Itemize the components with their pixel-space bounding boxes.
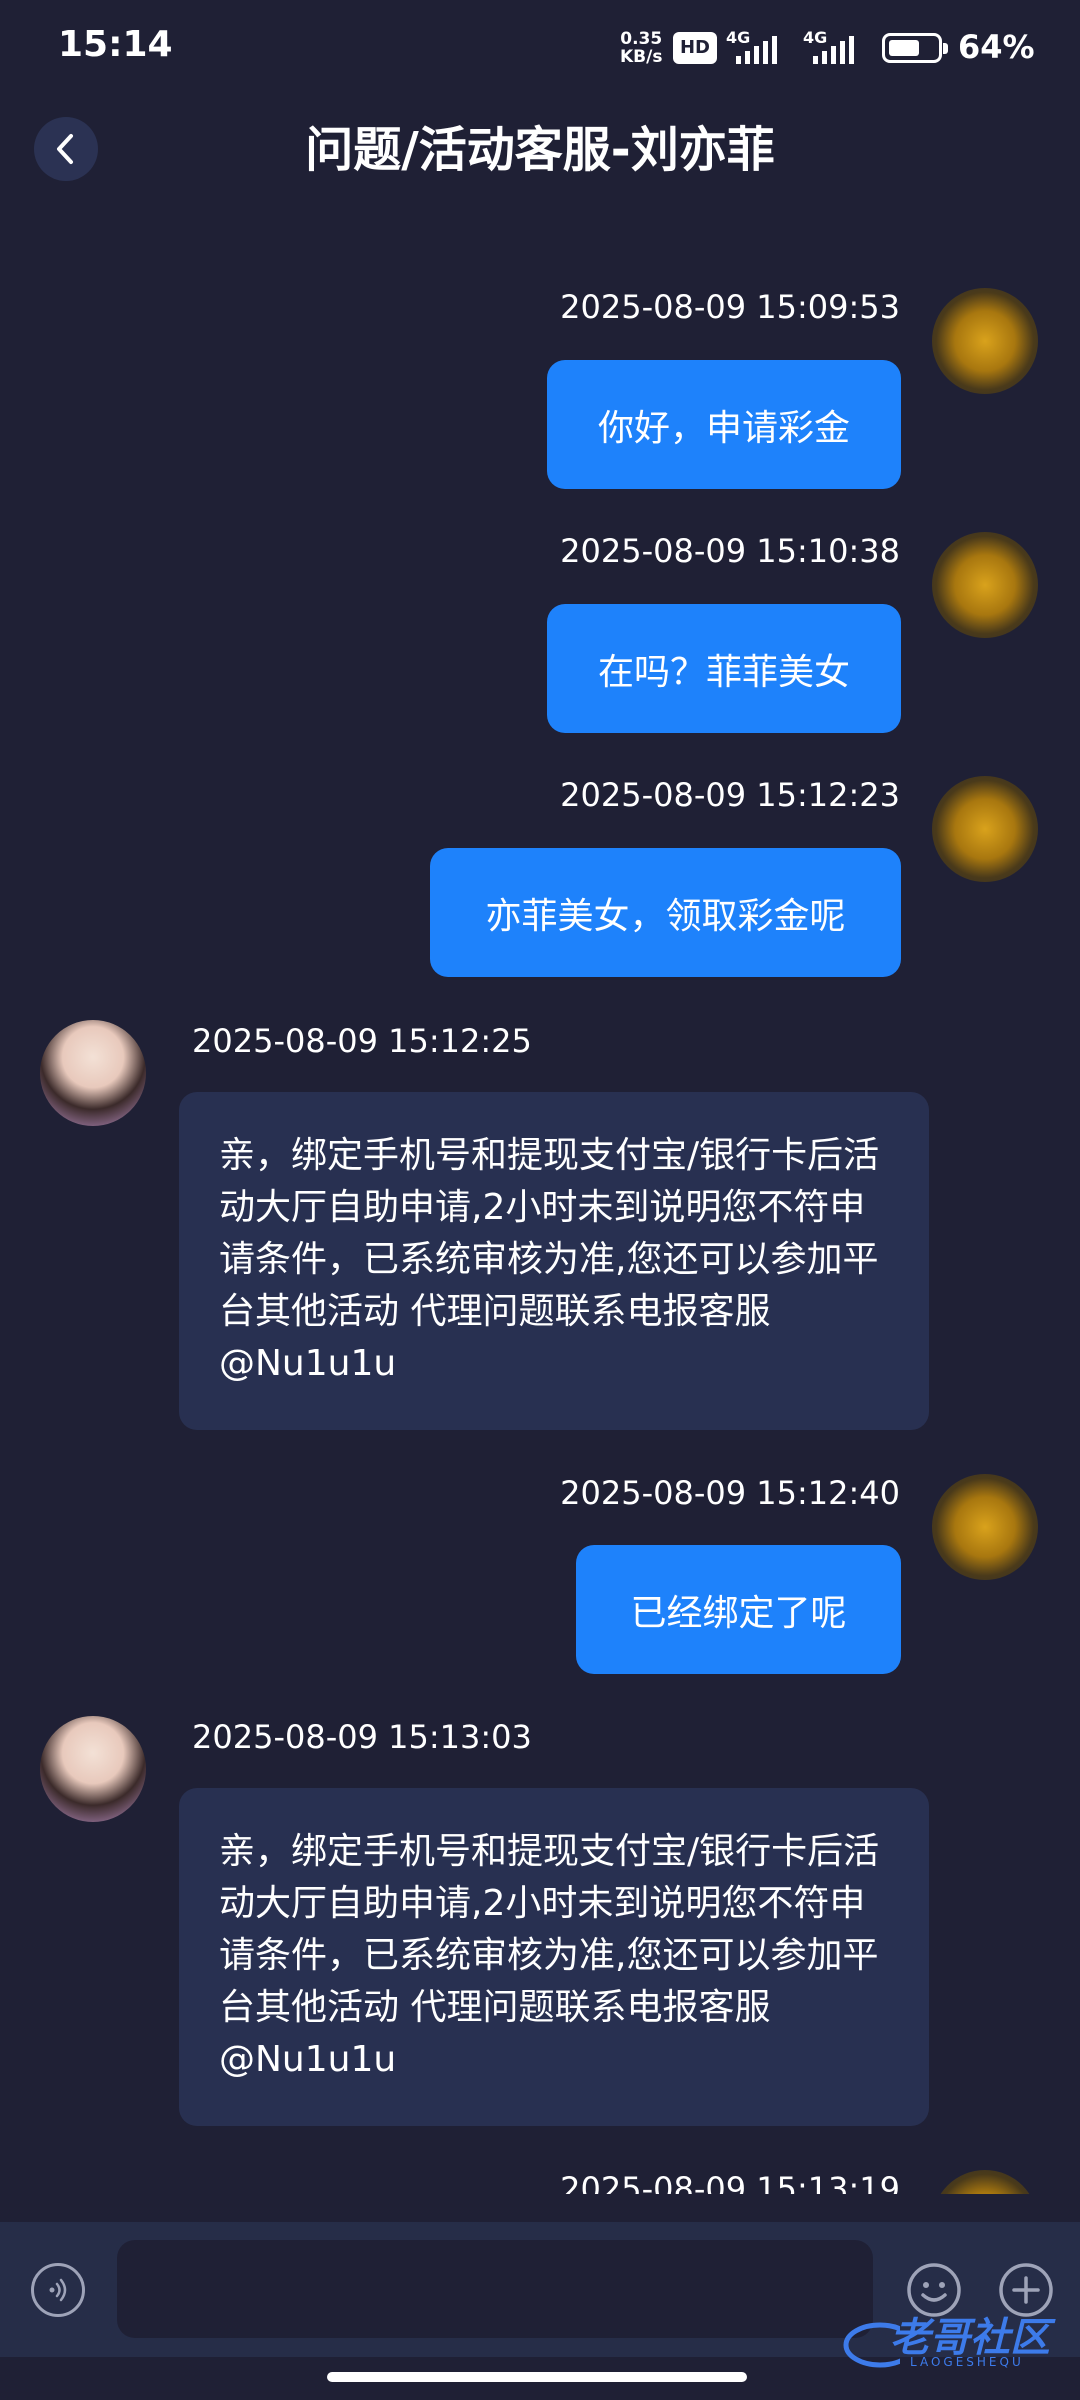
status-time: 15:14 — [58, 24, 173, 65]
voice-icon — [49, 2278, 67, 2302]
voice-button[interactable] — [31, 2263, 85, 2317]
message-timestamp: 2025-08-09 15:09:53 — [560, 288, 900, 326]
user-avatar[interactable] — [932, 288, 1038, 394]
message-timestamp: 2025-08-09 15:10:38 — [560, 532, 900, 570]
signal-icon: 4G — [803, 28, 865, 66]
user-avatar[interactable] — [932, 532, 1038, 638]
message-timestamp: 2025-08-09 15:12:25 — [192, 1022, 532, 1060]
incoming-message-bubble[interactable]: 亲，绑定手机号和提现支付宝/银行卡后活动大厅自助申请,2小时未到说明您不符申请条… — [179, 1092, 929, 1430]
agent-avatar[interactable] — [40, 1020, 146, 1126]
outgoing-message-bubble[interactable]: 你好，申请彩金 — [547, 360, 901, 489]
hd-icon: HD — [673, 32, 717, 64]
message-timestamp: 2025-08-09 15:13:19 — [560, 2170, 900, 2194]
message-timestamp: 2025-08-09 15:12:23 — [560, 776, 900, 814]
page-title: 问题/活动客服-刘亦菲 — [305, 122, 775, 178]
agent-avatar[interactable] — [40, 1716, 146, 1822]
incoming-message-bubble[interactable]: 亲，绑定手机号和提现支付宝/银行卡后活动大厅自助申请,2小时未到说明您不符申请条… — [179, 1788, 929, 2126]
message-timestamp: 2025-08-09 15:12:40 — [560, 1474, 900, 1512]
status-bar: 15:14 0.35 KB/s HD 4G 4G 64% — [0, 0, 1080, 96]
outgoing-message-bubble[interactable]: 亦菲美女，领取彩金呢 — [430, 848, 901, 977]
user-avatar[interactable] — [932, 2170, 1038, 2194]
network-speed: 0.35 KB/s — [620, 29, 663, 67]
partial-message-row: 2025-08-09 15:13:19 — [0, 2160, 1080, 2194]
home-indicator[interactable] — [327, 2372, 747, 2382]
outgoing-message-bubble[interactable]: 在吗？菲菲美女 — [547, 604, 901, 733]
outgoing-message-bubble[interactable]: 已经绑定了呢 — [576, 1545, 901, 1674]
user-avatar[interactable] — [932, 776, 1038, 882]
watermark-logo: 老哥社区 LAOGESHEQU — [840, 2303, 1070, 2383]
signal-icon: 4G — [726, 28, 788, 66]
user-avatar[interactable] — [932, 1474, 1038, 1580]
message-input[interactable] — [117, 2240, 873, 2338]
battery-percent: 64% — [958, 28, 1035, 66]
message-timestamp: 2025-08-09 15:13:03 — [192, 1718, 532, 1756]
battery-icon — [882, 33, 948, 63]
